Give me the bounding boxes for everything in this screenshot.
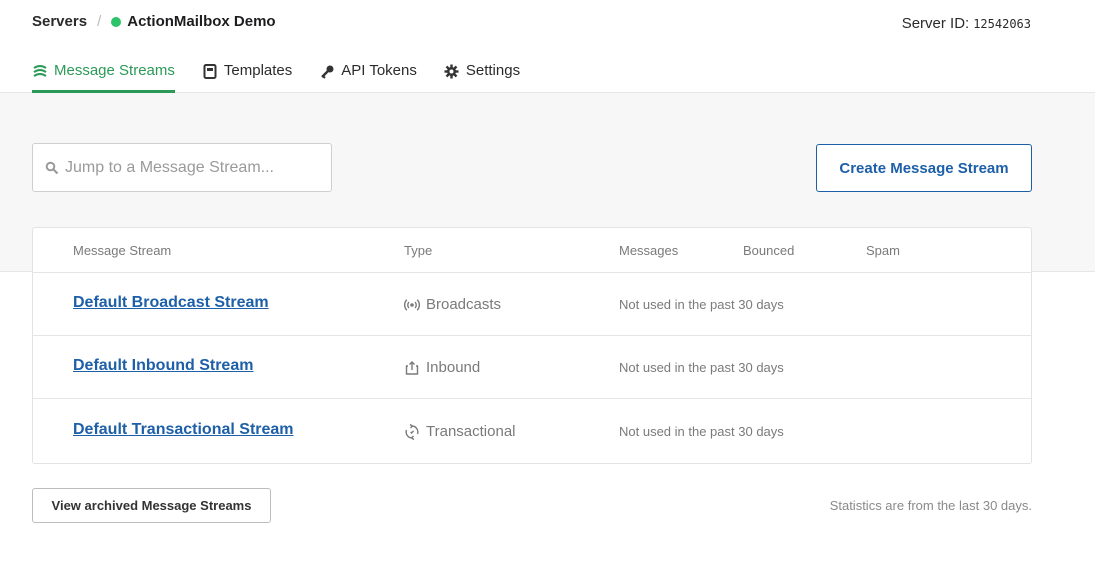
stream-type: Transactional — [404, 423, 516, 440]
stream-link[interactable]: Default Inbound Stream — [73, 357, 253, 375]
stream-link[interactable]: Default Transactional Stream — [73, 421, 294, 439]
tab-templates-label: Templates — [223, 62, 293, 79]
breadcrumb-separator: / — [97, 13, 102, 30]
tab-settings-label: Settings — [465, 62, 521, 79]
statistics-note: Statistics are from the last 30 days. — [829, 498, 1032, 513]
table-row: Default Inbound Stream Inbound Not used … — [33, 336, 1031, 399]
column-header-bounced: Bounced — [743, 243, 795, 258]
stream-search[interactable] — [32, 143, 332, 192]
stream-link[interactable]: Default Broadcast Stream — [73, 294, 269, 312]
table-header: Message Stream Type Messages Bounced Spa… — [33, 228, 1031, 273]
stream-type-label: Transactional — [426, 423, 516, 440]
tab-message-streams-label: Message Streams — [54, 62, 175, 79]
gear-icon — [444, 63, 460, 79]
tab-message-streams[interactable]: Message Streams — [32, 52, 175, 93]
stream-usage: Not used in the past 30 days — [619, 297, 784, 312]
stream-usage: Not used in the past 30 days — [619, 360, 784, 375]
server-id: Server ID: 12542063 — [902, 15, 1031, 32]
view-archived-streams-button[interactable]: View archived Message Streams — [32, 488, 271, 523]
streams-table: Message Stream Type Messages Bounced Spa… — [32, 227, 1032, 464]
tab-api-tokens[interactable]: API Tokens — [319, 52, 417, 93]
breadcrumb-servers-link[interactable]: Servers — [32, 13, 87, 30]
table-row: Default Broadcast Stream Broadcasts Not … — [33, 273, 1031, 336]
streams-icon — [32, 63, 48, 79]
server-status-dot — [111, 16, 122, 27]
tab-bar: Message Streams Templates API Tokens Set… — [32, 52, 547, 93]
stream-type-label: Inbound — [426, 359, 481, 376]
broadcast-icon — [404, 297, 420, 313]
column-header-spam: Spam — [866, 243, 900, 258]
table-row: Default Transactional Stream Transaction… — [33, 400, 1031, 463]
breadcrumb-server-name: ActionMailbox Demo — [127, 13, 276, 30]
search-input[interactable] — [65, 158, 315, 177]
transactional-icon — [404, 423, 420, 440]
server-id-label: Server ID: — [901, 15, 970, 32]
column-header-messages: Messages — [619, 243, 679, 258]
column-header-message-stream: Message Stream — [73, 243, 172, 258]
tab-templates[interactable]: Templates — [202, 52, 292, 93]
stream-type-label: Broadcasts — [426, 296, 502, 313]
stream-type: Inbound — [404, 359, 480, 376]
tab-settings[interactable]: Settings — [444, 52, 520, 93]
create-message-stream-button[interactable]: Create Message Stream — [816, 144, 1032, 192]
search-icon — [45, 161, 59, 175]
template-icon — [202, 63, 218, 79]
stream-usage: Not used in the past 30 days — [619, 424, 784, 439]
top-header: Servers / ActionMailbox Demo Server ID: 1… — [0, 0, 1095, 93]
inbound-icon — [404, 360, 420, 376]
server-id-value: 12542063 — [973, 17, 1031, 31]
column-header-type: Type — [404, 243, 433, 258]
key-icon — [319, 63, 335, 79]
stream-type: Broadcasts — [404, 296, 501, 313]
breadcrumb: Servers / ActionMailbox Demo — [32, 13, 276, 30]
tab-api-tokens-label: API Tokens — [341, 62, 417, 79]
